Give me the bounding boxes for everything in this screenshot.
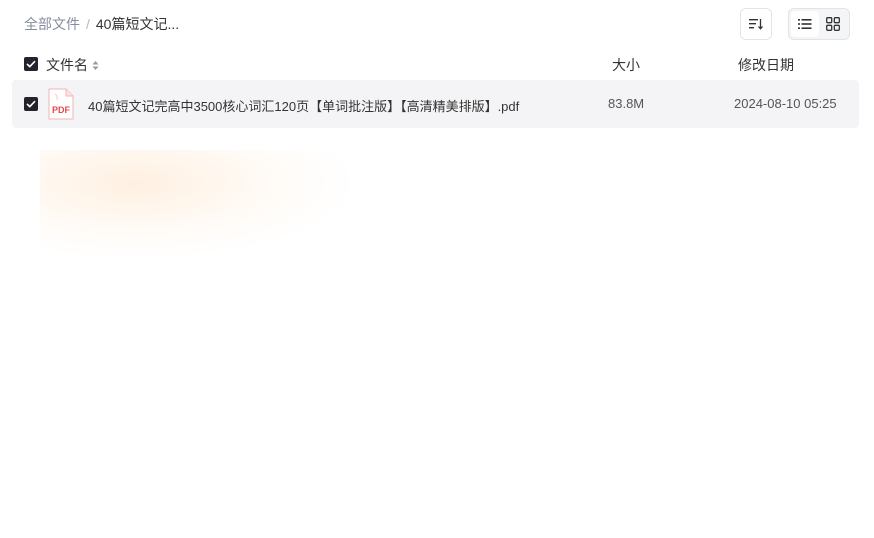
breadcrumb-current-folder: 40篇短文记... [95,16,180,32]
pdf-file-icon: PDF [48,88,74,120]
row-checkbox[interactable] [24,97,38,111]
breadcrumb-root-link[interactable]: 全部文件 [24,14,80,34]
column-header-name-label: 文件名 [46,57,88,73]
checkmark-icon [26,100,36,108]
checkmark-icon [26,60,36,68]
sort-caret-icon [92,60,99,71]
list-view-button[interactable] [791,11,819,37]
column-header-size: 大小 [612,57,640,73]
grid-view-button[interactable] [819,11,847,37]
breadcrumb-separator: / [86,16,90,32]
pdf-type-label: PDF [52,105,71,115]
sort-lines-icon [749,19,763,30]
breadcrumb: 全部文件 / 40篇短文记... [24,15,179,33]
view-toolbar [740,8,850,40]
list-view-icon [798,19,812,29]
sort-button[interactable] [740,8,772,40]
file-name[interactable]: 40篇短文记完高中3500核心词汇120页【单词批注版】【高清精美排版】.pdf [88,96,519,115]
file-size: 83.8M [608,96,645,111]
view-mode-toggle [788,8,850,40]
select-all-checkbox[interactable] [24,57,38,71]
column-header-name[interactable]: 文件名 [46,55,99,75]
file-modified-date: 2024-08-10 05:25 [734,96,837,111]
column-header-date: 修改日期 [738,57,794,73]
table-row[interactable]: PDF 40篇短文记完高中3500核心词汇120页【单词批注版】【高清精美排版】… [12,80,859,128]
grid-view-icon [826,17,840,31]
background-glow [40,150,360,260]
table-header: 文件名 大小 修改日期 [24,54,850,74]
